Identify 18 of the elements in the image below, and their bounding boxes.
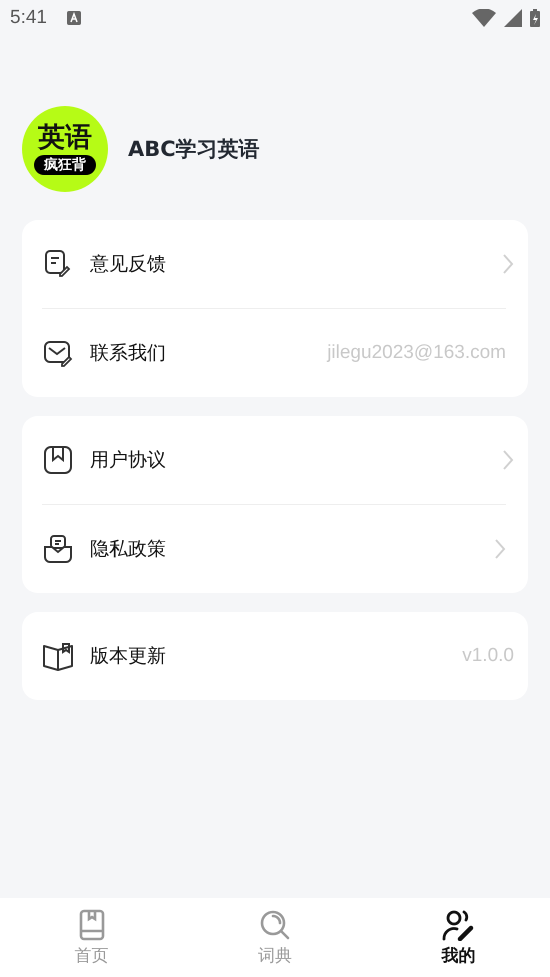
nav-tab[interactable]: 我的 (366, 898, 550, 977)
keyboard-icon (66, 11, 81, 25)
battery-icon (530, 9, 540, 27)
search-icon (258, 908, 291, 940)
chevron-icon (502, 253, 514, 275)
wifi-icon (472, 9, 496, 27)
menu-item-label[interactable]: 隐私政策 (90, 536, 166, 562)
status-time: 5:41 (10, 7, 47, 29)
menu-item-label[interactable]: 联系我们 (90, 340, 166, 366)
menu-item-label[interactable]: 意见反馈 (90, 251, 166, 277)
chevron-icon (502, 449, 514, 471)
app-logo: 英语 疯狂背 (22, 106, 108, 192)
menu-item-label[interactable]: 版本更新 (90, 643, 166, 669)
signal-icon (504, 9, 522, 27)
menu-item-label[interactable]: 用户协议 (90, 447, 166, 473)
chevron-icon (494, 538, 506, 560)
app-name: ABC学习英语 (128, 136, 260, 163)
book-icon (42, 640, 74, 672)
